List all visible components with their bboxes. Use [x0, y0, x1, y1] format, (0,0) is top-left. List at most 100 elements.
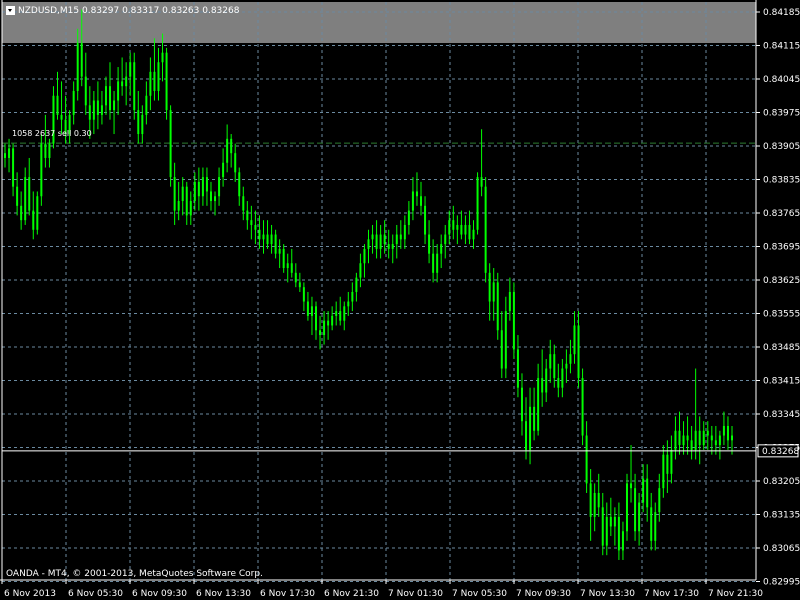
candle-body	[670, 449, 673, 474]
candle-body	[205, 177, 208, 192]
candle-body	[24, 177, 27, 221]
y-tick-label: 0.83415	[763, 377, 800, 387]
candle-body	[323, 320, 326, 336]
x-tick-label: 6 Nov 17:30	[260, 589, 315, 599]
candle-body	[129, 62, 132, 77]
candle-body	[177, 201, 180, 211]
candle-body	[407, 210, 410, 225]
candle-body	[153, 71, 156, 91]
candle-body	[480, 177, 483, 187]
candle-body	[444, 234, 447, 245]
candle-body	[512, 291, 515, 350]
candle-body	[104, 86, 107, 106]
candle-body	[351, 291, 354, 302]
candle-body	[327, 320, 330, 326]
y-tick-label: 0.82995	[763, 578, 800, 588]
candle-body	[145, 95, 148, 115]
candle-body	[335, 311, 338, 316]
candle-body	[593, 492, 596, 517]
candle-body	[395, 234, 398, 245]
candle-body	[331, 315, 334, 326]
y-tick-label: 0.83975	[763, 109, 800, 119]
candle-body	[242, 196, 245, 211]
candle-body	[718, 435, 721, 446]
x-tick-label: 6 Nov 09:30	[132, 589, 187, 599]
candle-body	[726, 425, 729, 441]
candle-body	[161, 52, 164, 63]
candle-body	[371, 234, 374, 240]
candle-body	[460, 224, 463, 235]
candle	[165, 47, 168, 120]
candle-body	[609, 516, 612, 527]
candle-body	[585, 435, 588, 484]
candle-body	[638, 502, 641, 532]
candle-body	[181, 186, 184, 202]
candle-body	[209, 191, 212, 202]
candle	[169, 105, 172, 187]
candle-body	[363, 248, 366, 264]
candle-body	[698, 430, 701, 446]
candle-body	[650, 507, 653, 541]
candle-body	[383, 234, 386, 245]
candle-body	[226, 138, 229, 163]
x-tick-label: 6 Nov 21:30	[324, 589, 379, 599]
candle-body	[185, 186, 188, 216]
candle-body	[581, 378, 584, 436]
candle	[512, 282, 515, 359]
current-price-label: 0.83268	[762, 447, 799, 457]
candle-body	[403, 224, 406, 240]
candle-body	[121, 81, 124, 87]
candle-body	[60, 114, 63, 120]
candle-body	[686, 435, 689, 441]
candle-body	[56, 95, 59, 115]
candle-body	[500, 330, 503, 369]
candle-body	[44, 143, 47, 158]
candle-body	[492, 282, 495, 302]
candle-body	[339, 311, 342, 321]
candle-body	[553, 354, 556, 379]
candle-body	[157, 62, 160, 91]
candle-body	[278, 248, 281, 254]
candle-body	[561, 368, 564, 388]
candle-body	[525, 421, 528, 450]
y-tick-label: 0.83345	[763, 410, 800, 420]
candle-body	[415, 191, 418, 197]
candle-body	[125, 76, 128, 87]
y-tick-label: 0.83205	[763, 477, 800, 487]
candle-body	[424, 205, 427, 235]
candle-body	[12, 148, 15, 187]
candle-body	[76, 43, 79, 91]
candle-body	[270, 234, 273, 245]
candle-body	[549, 354, 552, 369]
candle-body	[533, 406, 536, 431]
candle-body	[472, 229, 475, 240]
candle-body	[508, 291, 511, 312]
y-tick-label: 0.83625	[763, 276, 800, 286]
y-tick-label: 0.83065	[763, 544, 800, 554]
candle-body	[731, 435, 733, 441]
candle	[133, 52, 136, 120]
candle-body	[310, 306, 313, 316]
candle-body	[613, 516, 616, 527]
chart-menu-icon[interactable]	[6, 6, 15, 15]
candle-body	[230, 138, 233, 154]
candle-body	[319, 330, 322, 336]
candle-body	[710, 435, 713, 441]
candle-body	[8, 148, 11, 158]
candle-body	[634, 488, 637, 532]
candle	[484, 177, 487, 283]
copyright-text: OANDA - MT4, © 2001-2013, MetaQuotes Sof…	[6, 569, 263, 579]
candle-body	[193, 181, 196, 202]
y-tick-label: 0.83905	[763, 142, 800, 152]
price-chart[interactable]: 0.84185 0.84115 0.84045 0.83975 0.83905 0.838…	[0, 0, 800, 600]
candle	[625, 473, 628, 541]
candle-body	[545, 368, 548, 393]
candle-body	[282, 248, 285, 269]
candle-body	[601, 507, 604, 546]
candle-body	[137, 110, 140, 135]
candle-body	[682, 435, 685, 446]
candle-body	[411, 191, 414, 211]
candle-body	[448, 220, 451, 235]
candle-body	[218, 177, 221, 197]
candle-body	[238, 172, 241, 197]
